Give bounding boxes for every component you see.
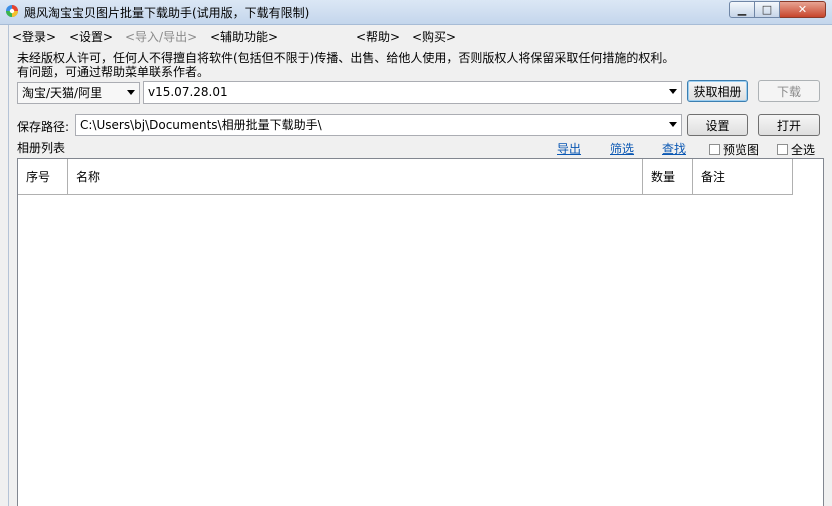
contact-notice: 有问题，可通过帮助菜单联系作者。 <box>17 65 210 79</box>
save-path-label: 保存路径: <box>17 120 70 134</box>
window-title: 飓风淘宝宝贝图片批量下载助手(试用版，下载有限制) <box>24 6 310 20</box>
column-header-name[interactable]: 名称 <box>68 159 643 195</box>
menu-tools[interactable]: <辅助功能> <box>210 28 278 45</box>
preview-checkbox-box[interactable] <box>709 144 720 155</box>
minimize-button[interactable]: ▁ <box>729 1 755 18</box>
maximize-button[interactable]: □ <box>755 1 780 18</box>
column-header-notes[interactable]: 备注 <box>693 159 793 195</box>
find-link[interactable]: 查找 <box>662 140 686 157</box>
export-link[interactable]: 导出 <box>557 140 581 157</box>
close-button[interactable]: ✕ <box>780 1 826 18</box>
column-header-index[interactable]: 序号 <box>18 159 68 195</box>
source-select[interactable]: 淘宝/天猫/阿里 <box>17 82 140 104</box>
url-input-value: v15.07.28.01 <box>148 85 228 99</box>
title-bar: 飓风淘宝宝贝图片批量下载助手(试用版，下载有限制) ▁ □ ✕ <box>0 0 832 25</box>
album-list[interactable]: 序号 名称 数量 备注 <box>17 158 824 506</box>
close-icon: ✕ <box>797 3 808 16</box>
maximize-icon: □ <box>761 3 773 16</box>
menu-login[interactable]: <登录> <box>12 28 56 45</box>
menu-help[interactable]: <帮助> <box>356 28 400 45</box>
chevron-down-icon <box>127 90 135 95</box>
save-path-value: C:\Users\bj\Documents\相册批量下载助手\ <box>80 118 322 132</box>
album-list-label: 相册列表 <box>17 141 66 155</box>
menu-settings[interactable]: <设置> <box>69 28 113 45</box>
download-button[interactable]: 下载 <box>758 80 820 102</box>
minimize-icon: ▁ <box>737 3 747 16</box>
menu-import-export[interactable]: <导入/导出> <box>125 28 197 45</box>
url-input[interactable]: v15.07.28.01 <box>143 81 682 104</box>
select-all-checkbox-box[interactable] <box>777 144 788 155</box>
preview-checkbox[interactable]: 预览图 <box>709 141 759 158</box>
settings-button[interactable]: 设置 <box>687 114 748 136</box>
open-folder-button[interactable]: 打开 <box>758 114 820 136</box>
save-path-input[interactable]: C:\Users\bj\Documents\相册批量下载助手\ <box>75 114 682 136</box>
chevron-down-icon[interactable] <box>669 122 677 127</box>
filter-link[interactable]: 筛选 <box>610 140 634 157</box>
select-all-checkbox-label: 全选 <box>791 143 816 157</box>
source-select-value: 淘宝/天猫/阿里 <box>22 86 103 100</box>
menu-buy[interactable]: <购买> <box>412 28 456 45</box>
preview-checkbox-label: 预览图 <box>723 143 760 157</box>
fetch-albums-button[interactable]: 获取相册 <box>687 80 748 102</box>
chevron-down-icon[interactable] <box>669 89 677 94</box>
app-logo-icon <box>6 5 18 17</box>
select-all-checkbox[interactable]: 全选 <box>777 141 815 158</box>
column-header-count[interactable]: 数量 <box>643 159 693 195</box>
